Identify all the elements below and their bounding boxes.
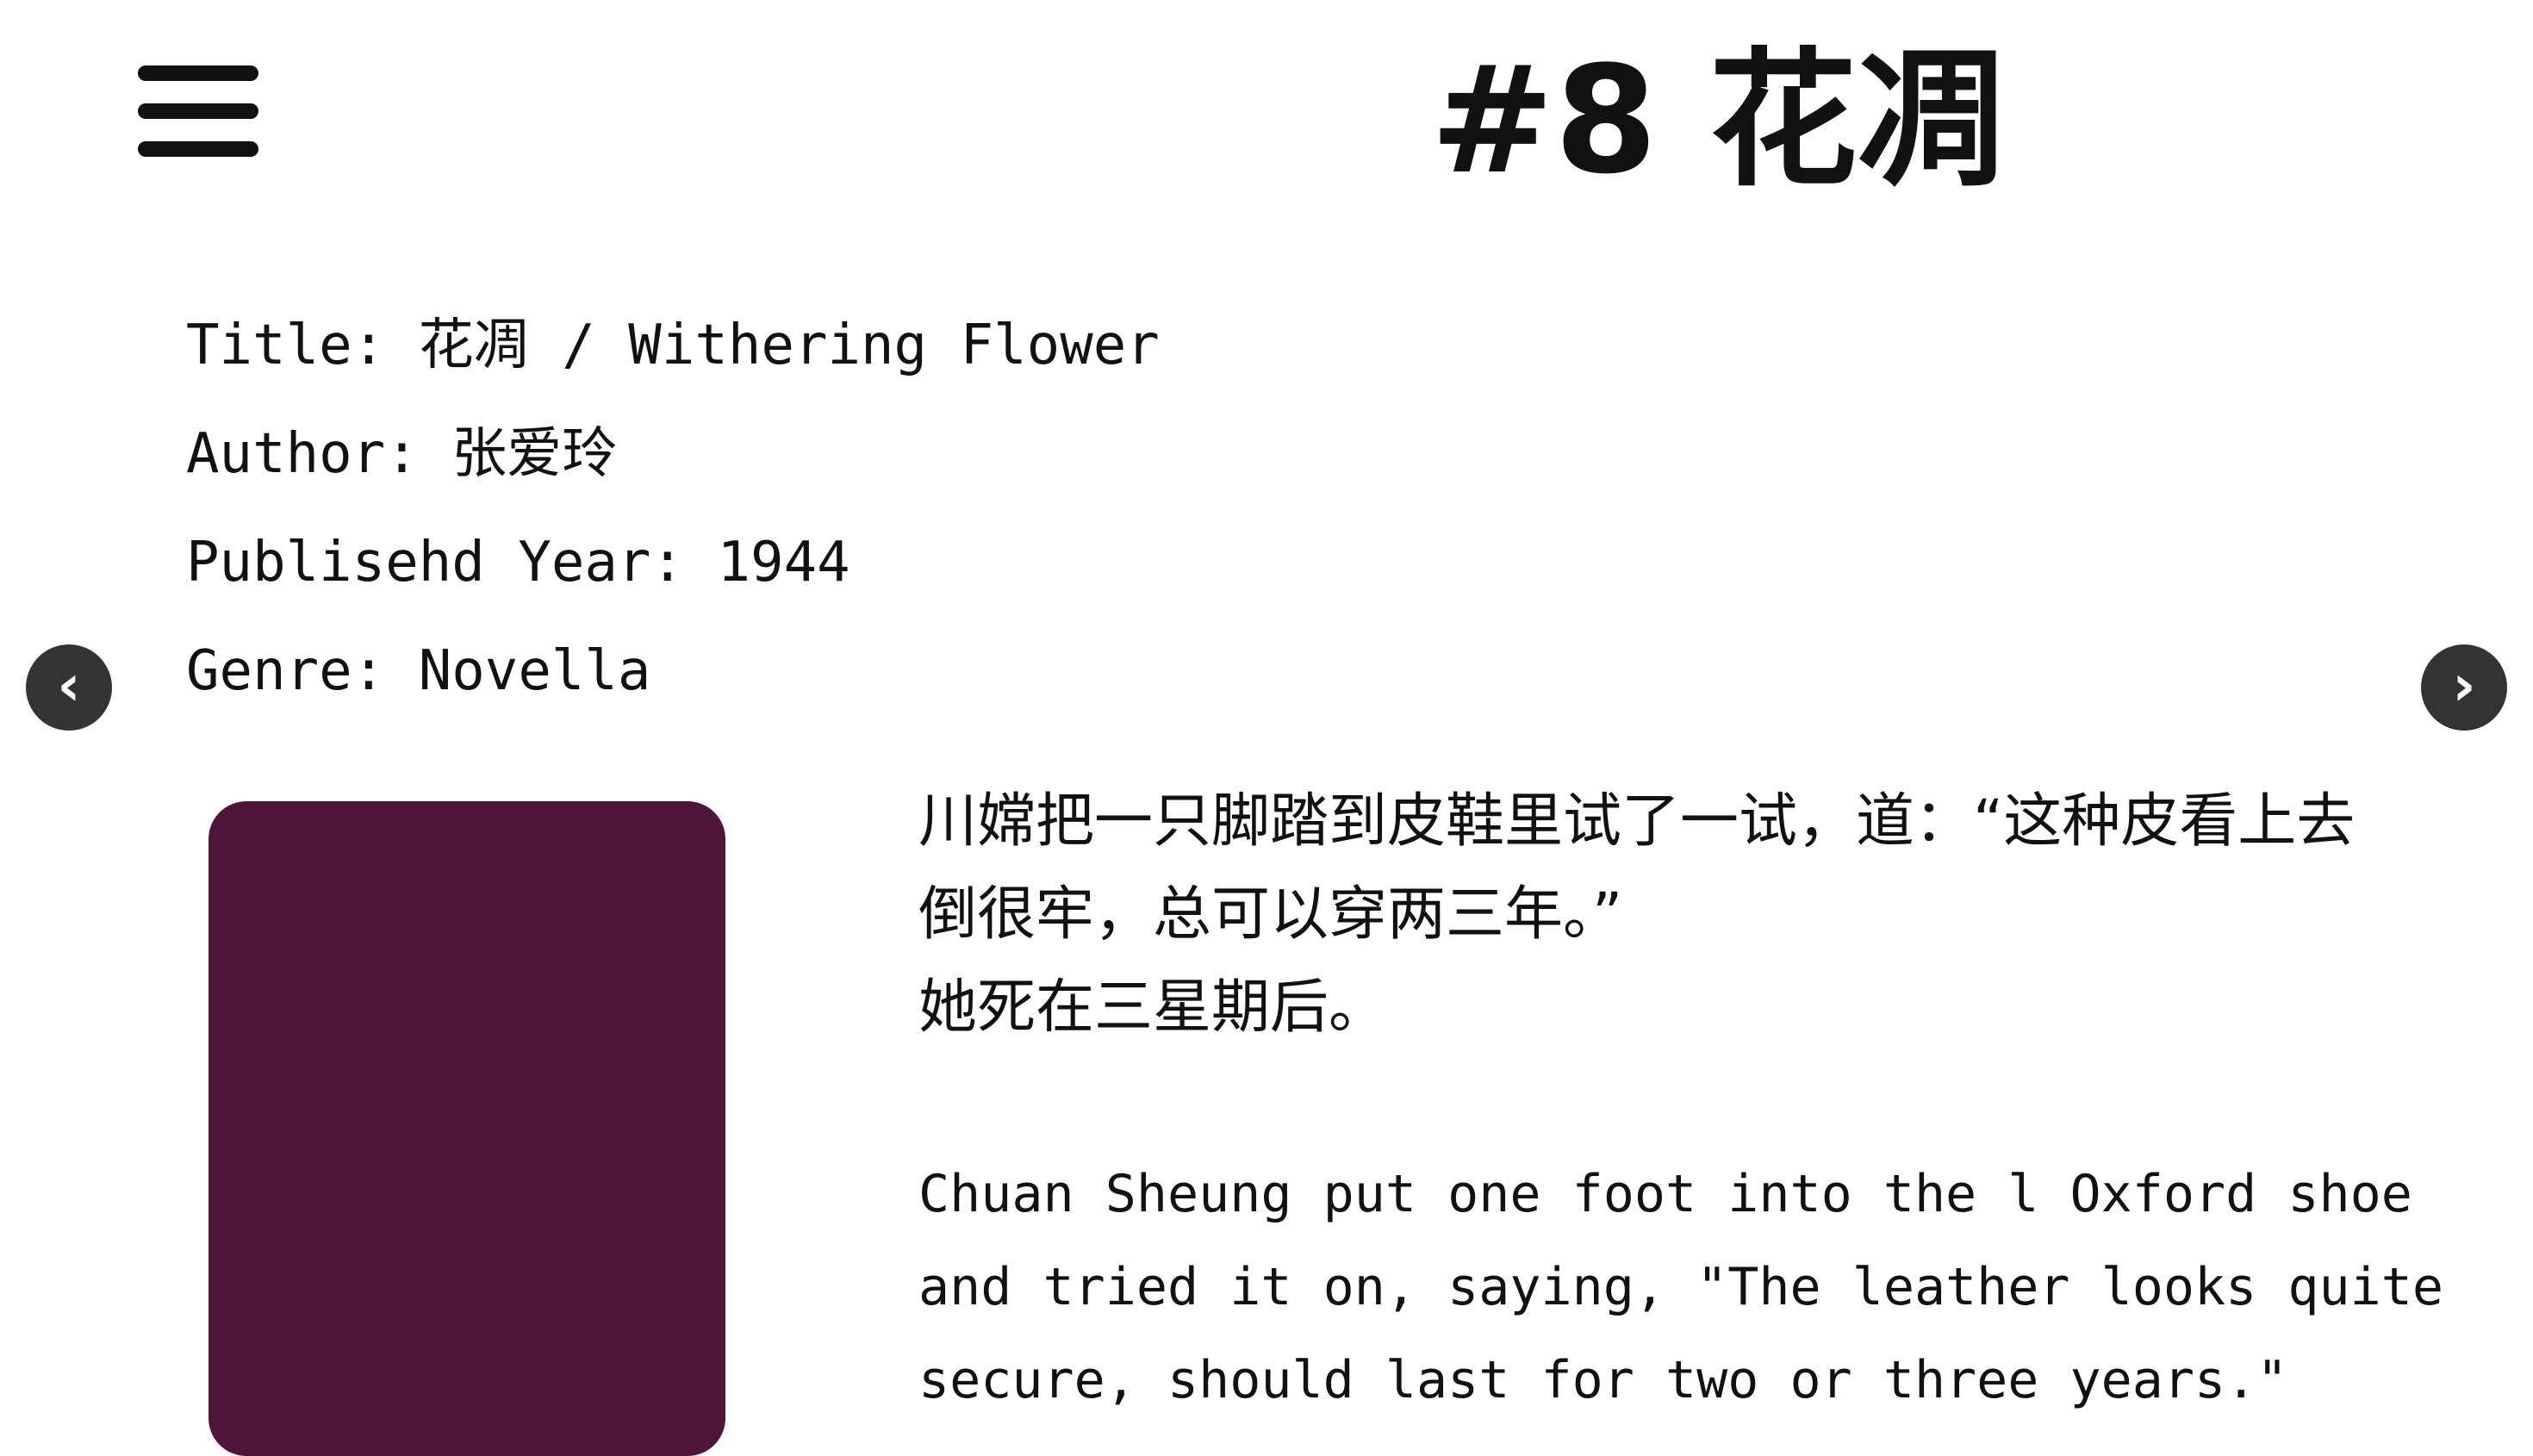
- book-title: Title: 花凋 / Withering Flower: [186, 314, 1160, 377]
- excerpt-zh-line: 川嫦把一只脚踏到皮鞋里试了一试，道：“这种皮看上去: [918, 787, 2356, 856]
- excerpt-zh-line: 倒很牢，总可以穿两三年。”: [918, 880, 1623, 949]
- chevron-left-icon: ‹: [57, 652, 81, 719]
- book-details: Title: 花凋 / Withering Flower Author: 张爱玲…: [186, 291, 1160, 725]
- excerpt-chinese: 川嫦把一只脚踏到皮鞋里试了一试，道：“这种皮看上去 倒很牢，总可以穿两三年。” …: [918, 775, 2469, 1055]
- carousel-prev-button[interactable]: ‹: [26, 644, 112, 731]
- book-genre: Genre: Novella: [186, 639, 651, 703]
- page-title: #8 花凋: [1430, 34, 2006, 207]
- excerpt-en-line: and tried it on, saying, "The leather lo…: [918, 1257, 2444, 1317]
- book-excerpt: 川嫦把一只脚踏到皮鞋里试了一试，道：“这种皮看上去 倒很牢，总可以穿两三年。” …: [918, 775, 2469, 1427]
- excerpt-zh-line: 她死在三星期后。: [918, 974, 1388, 1042]
- book-published-year: Publisehd Year: 1944: [186, 531, 850, 594]
- excerpt-en-line: secure, should last for two or three yea…: [918, 1350, 2288, 1410]
- menu-button[interactable]: [138, 65, 258, 157]
- book-cover: [208, 801, 725, 1456]
- carousel-next-button[interactable]: ›: [2421, 644, 2507, 731]
- excerpt-english: Chuan Sheung put one foot into the l Oxf…: [918, 1148, 2469, 1427]
- book-author: Author: 张爱玲: [186, 422, 618, 486]
- chevron-right-icon: ›: [2452, 652, 2476, 719]
- excerpt-en-line: Chuan Sheung put one foot into the l Oxf…: [918, 1164, 2412, 1224]
